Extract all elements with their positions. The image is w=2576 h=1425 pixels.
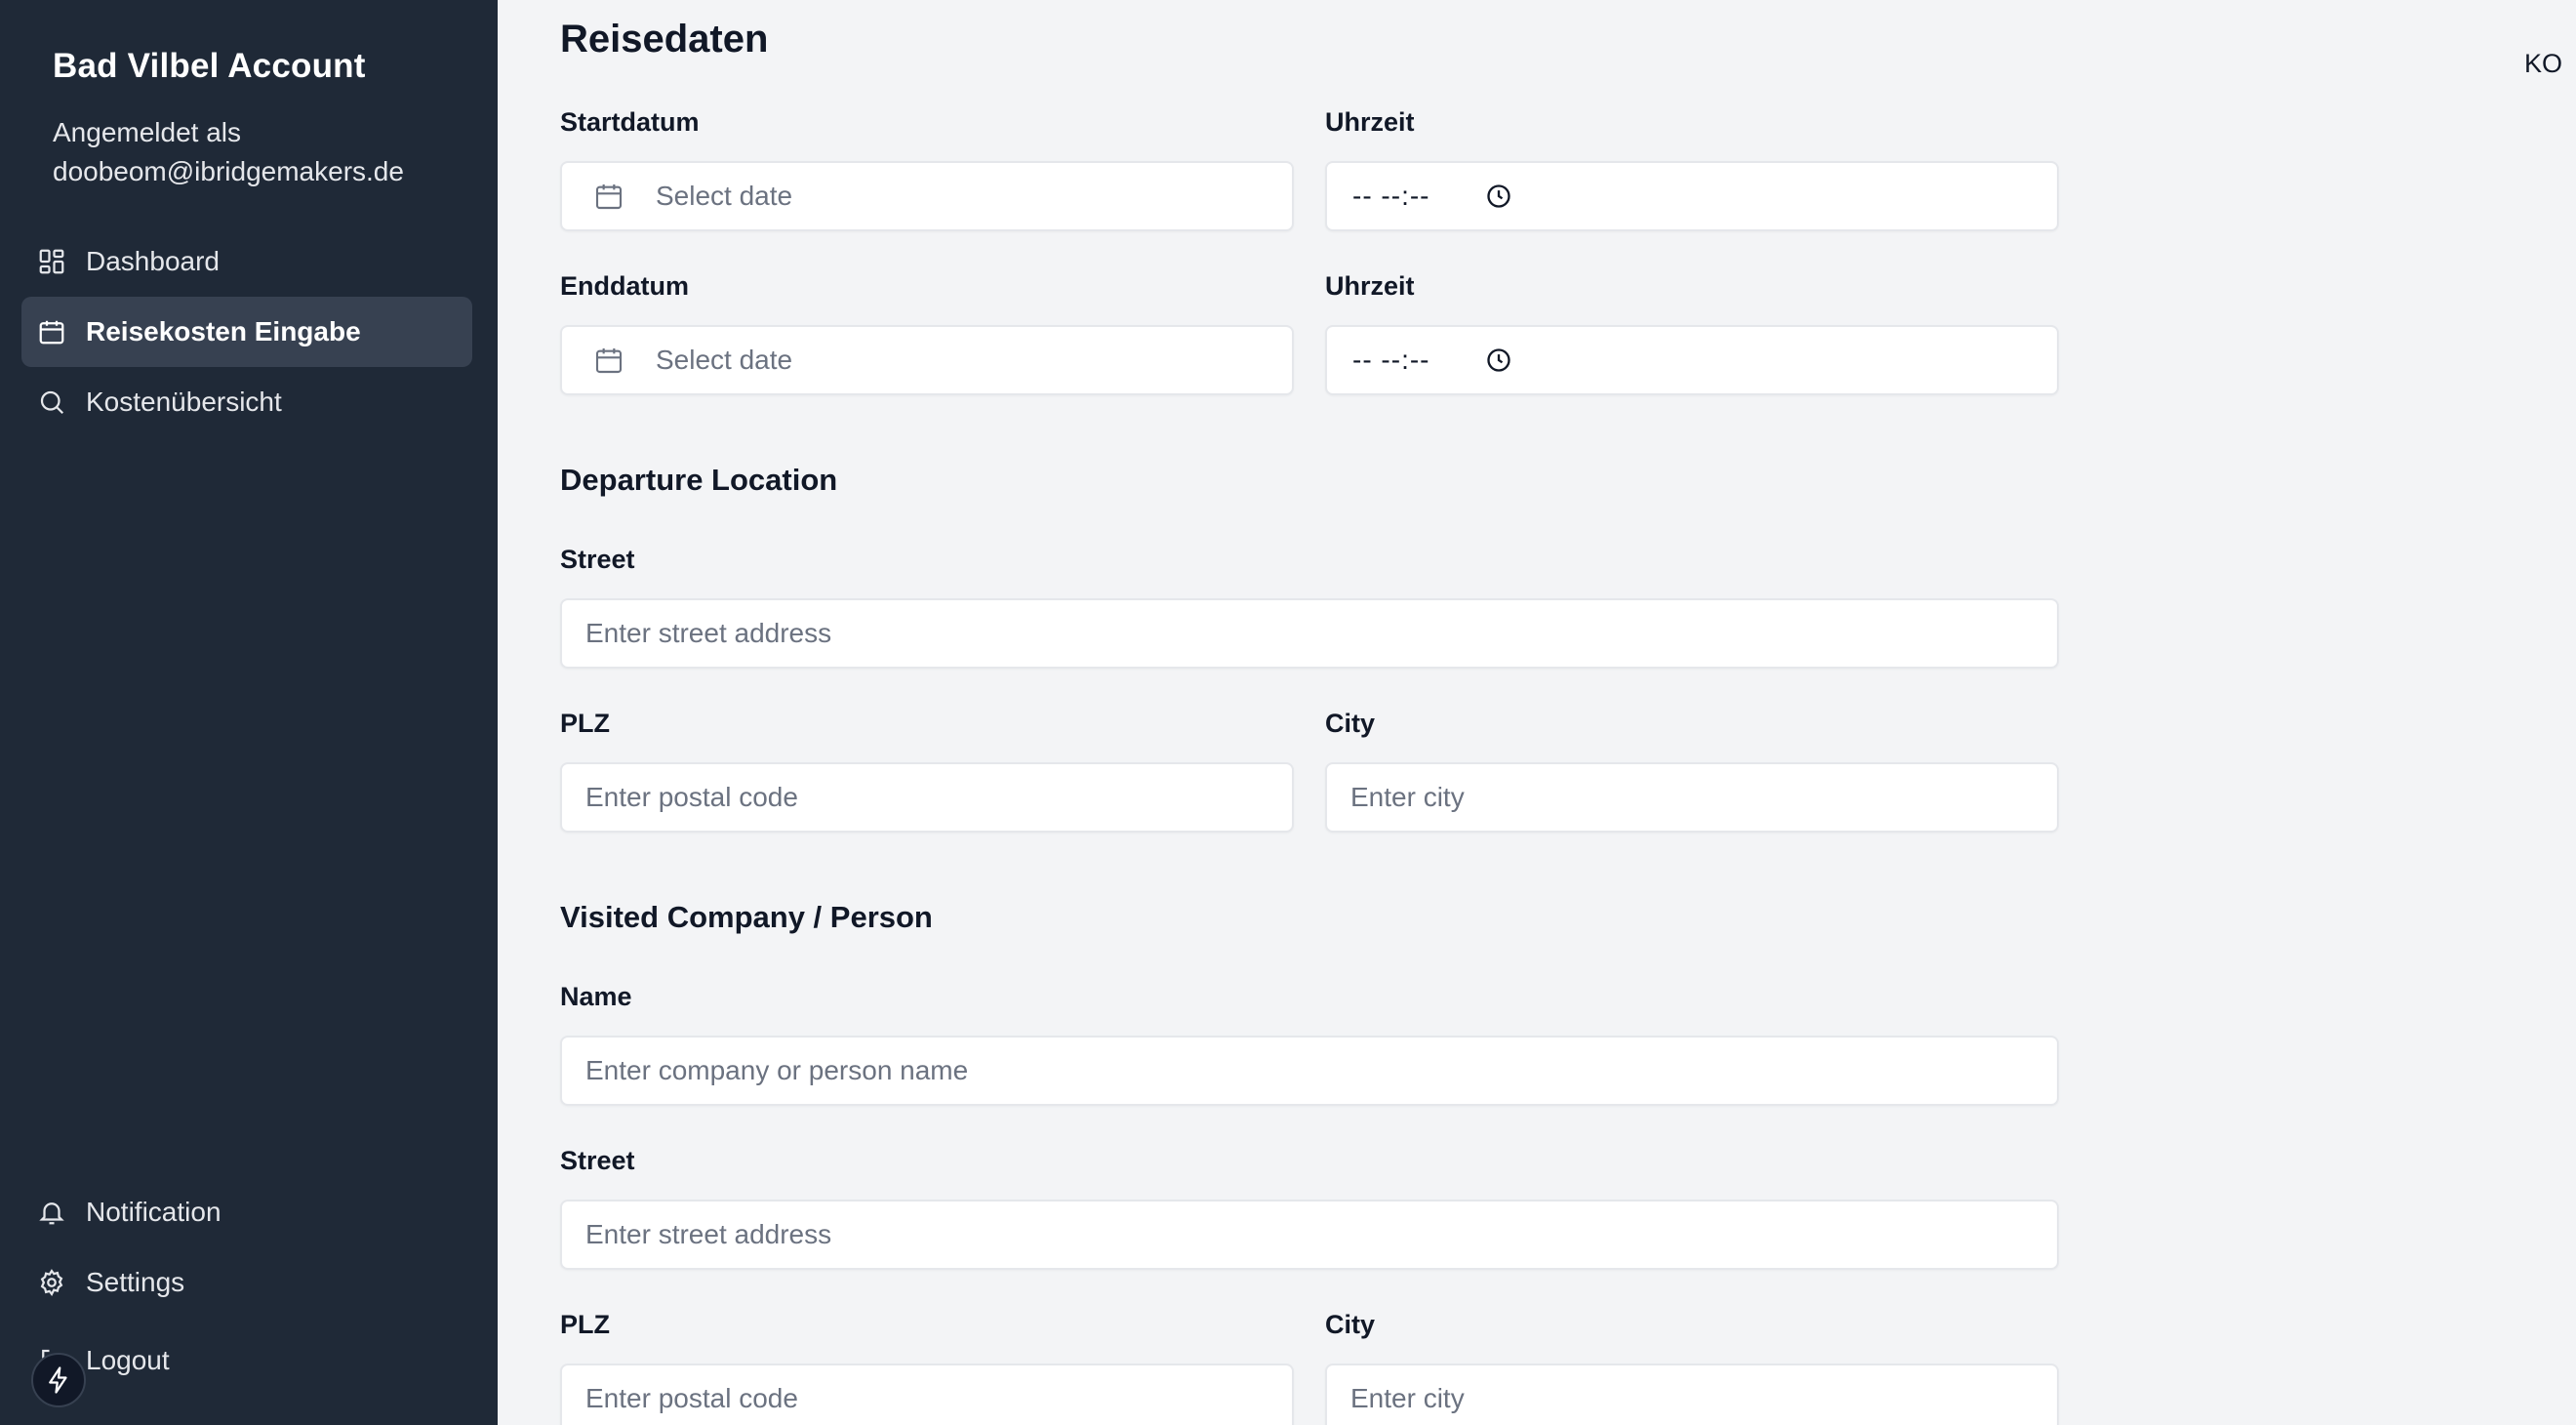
departure-street-placeholder: Enter street address — [585, 618, 832, 648]
sidebar-item-label: Kostenübersicht — [86, 387, 282, 417]
sidebar-item-label: Dashboard — [86, 246, 220, 276]
departure-city-label: City — [1325, 709, 1376, 738]
user-avatar[interactable]: KO — [2524, 49, 2562, 79]
end-time-value: -- --:-- — [1352, 345, 1430, 375]
login-email: doobeom@ibridgemakers.de — [53, 156, 404, 186]
visited-name-placeholder: Enter company or person name — [585, 1055, 969, 1085]
visited-plz-input[interactable]: Enter postal code — [560, 1364, 1294, 1425]
departure-plz-input[interactable]: Enter postal code — [560, 762, 1294, 833]
main-nav: Dashboard Reisekosten Eingabe Kostenüber… — [21, 226, 472, 437]
sidebar-item-label: Settings — [86, 1267, 185, 1297]
search-icon — [37, 387, 66, 417]
start-time-label: Uhrzeit — [1325, 107, 1415, 137]
sidebar-item-label: Reisekosten Eingabe — [86, 316, 361, 346]
end-date-picker[interactable]: Select date — [560, 325, 1294, 395]
departure-city-placeholder: Enter city — [1350, 782, 1465, 812]
sidebar: Bad Vilbel Account Angemeldet als doobeo… — [0, 0, 498, 1425]
bottom-nav: Notification Settings Logout — [21, 1177, 472, 1396]
visited-city-input[interactable]: Enter city — [1325, 1364, 2059, 1425]
start-date-label: Startdatum — [560, 107, 700, 137]
start-time-value: -- --:-- — [1352, 181, 1430, 211]
lightning-icon — [44, 1365, 73, 1395]
end-date-label: Enddatum — [560, 271, 689, 301]
start-date-placeholder: Select date — [656, 181, 793, 211]
visited-street-label: Street — [560, 1146, 635, 1175]
calendar-icon — [593, 345, 624, 376]
app-root: Bad Vilbel Account Angemeldet als doobeo… — [0, 0, 2576, 1425]
end-time-label: Uhrzeit — [1325, 271, 1415, 301]
sidebar-item-kostenuebersicht[interactable]: Kostenübersicht — [21, 367, 472, 437]
departure-plz-placeholder: Enter postal code — [585, 782, 798, 812]
visited-plz-placeholder: Enter postal code — [585, 1383, 798, 1413]
visited-name-input[interactable]: Enter company or person name — [560, 1036, 2059, 1106]
visited-city-label: City — [1325, 1310, 1376, 1339]
departure-street-label: Street — [560, 545, 635, 574]
bell-icon — [37, 1198, 66, 1227]
sidebar-item-label: Logout — [86, 1345, 170, 1375]
start-date-picker[interactable]: Select date — [560, 161, 1294, 231]
clock-icon[interactable] — [1485, 346, 1512, 374]
calendar-icon — [593, 181, 624, 212]
sidebar-item-notification[interactable]: Notification — [21, 1177, 472, 1247]
main-content: KO Reisedaten Startdatum Uhrzeit Select … — [498, 0, 2576, 1425]
visited-street-input[interactable]: Enter street address — [560, 1200, 2059, 1270]
start-time-input[interactable]: -- --:-- — [1325, 161, 2059, 231]
departure-plz-label: PLZ — [560, 709, 610, 738]
clock-icon[interactable] — [1485, 183, 1512, 210]
app-brand: Bad Vilbel Account — [53, 47, 366, 85]
calendar-icon — [37, 317, 66, 346]
departure-city-input[interactable]: Enter city — [1325, 762, 2059, 833]
login-info: Angemeldet als doobeom@ibridgemakers.de — [53, 113, 404, 191]
sidebar-item-dashboard[interactable]: Dashboard — [21, 226, 472, 297]
page-title: Reisedaten — [560, 18, 769, 61]
visited-city-placeholder: Enter city — [1350, 1383, 1465, 1413]
quick-action-button[interactable] — [31, 1353, 86, 1407]
visited-street-placeholder: Enter street address — [585, 1219, 832, 1249]
sidebar-item-reisekosten-eingabe[interactable]: Reisekosten Eingabe — [21, 297, 472, 367]
login-prefix: Angemeldet als — [53, 117, 242, 147]
sidebar-item-logout[interactable]: Logout — [21, 1325, 472, 1396]
end-date-placeholder: Select date — [656, 345, 793, 375]
sidebar-item-label: Notification — [86, 1197, 221, 1227]
departure-street-input[interactable]: Enter street address — [560, 598, 2059, 669]
visited-name-label: Name — [560, 982, 632, 1011]
departure-section-title: Departure Location — [560, 463, 838, 497]
visited-plz-label: PLZ — [560, 1310, 610, 1339]
dashboard-grid-icon — [37, 247, 66, 276]
gear-icon — [37, 1268, 66, 1297]
visited-section-title: Visited Company / Person — [560, 900, 933, 934]
sidebar-item-settings[interactable]: Settings — [21, 1247, 472, 1318]
end-time-input[interactable]: -- --:-- — [1325, 325, 2059, 395]
